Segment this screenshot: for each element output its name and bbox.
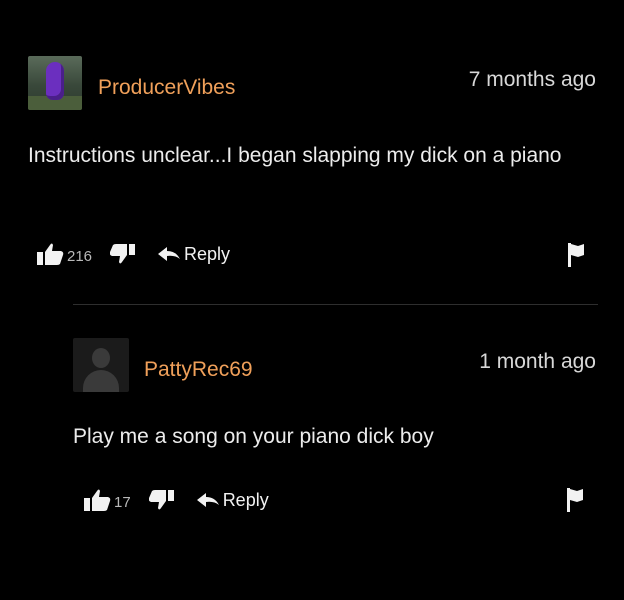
reply-button[interactable]: Reply	[158, 244, 230, 265]
reply-arrow-icon	[158, 247, 181, 261]
username[interactable]: PattyRec69	[144, 358, 253, 382]
reply-label: Reply	[184, 243, 231, 264]
default-avatar-head	[92, 348, 110, 368]
reply-arrow-icon	[196, 493, 219, 507]
flag-icon	[567, 488, 583, 512]
flag-icon	[568, 243, 584, 267]
thumbs-up-icon	[84, 489, 111, 511]
flag-button[interactable]	[567, 488, 583, 517]
thumbs-down-icon	[148, 490, 174, 510]
dislike-button[interactable]	[110, 243, 136, 265]
avatar[interactable]	[73, 338, 129, 392]
timestamp: 1 month ago	[479, 350, 596, 373]
dislike-button[interactable]	[148, 489, 175, 511]
comment-divider	[73, 304, 598, 305]
comment-text: Instructions unclear...I began slapping …	[28, 144, 562, 167]
username[interactable]: ProducerVibes	[98, 76, 235, 100]
like-count: 216	[67, 248, 93, 265]
thumbs-up-icon	[37, 243, 64, 265]
timestamp: 7 months ago	[468, 68, 596, 91]
comment-actions: 17 Reply	[83, 488, 269, 512]
reply-button[interactable]: Reply	[196, 489, 269, 511]
thumbs-down-icon	[110, 244, 136, 264]
like-button[interactable]: 17	[83, 488, 131, 512]
avatar[interactable]	[28, 56, 82, 110]
comment-actions: 216 Reply	[36, 242, 230, 266]
like-button[interactable]: 216	[36, 242, 92, 266]
default-avatar-body	[83, 370, 119, 392]
like-count: 17	[114, 494, 131, 511]
comment-text: Play me a song on your piano dick boy	[73, 425, 434, 448]
flag-button[interactable]	[568, 243, 584, 272]
reply-label: Reply	[222, 489, 269, 510]
avatar-figure	[46, 62, 64, 100]
